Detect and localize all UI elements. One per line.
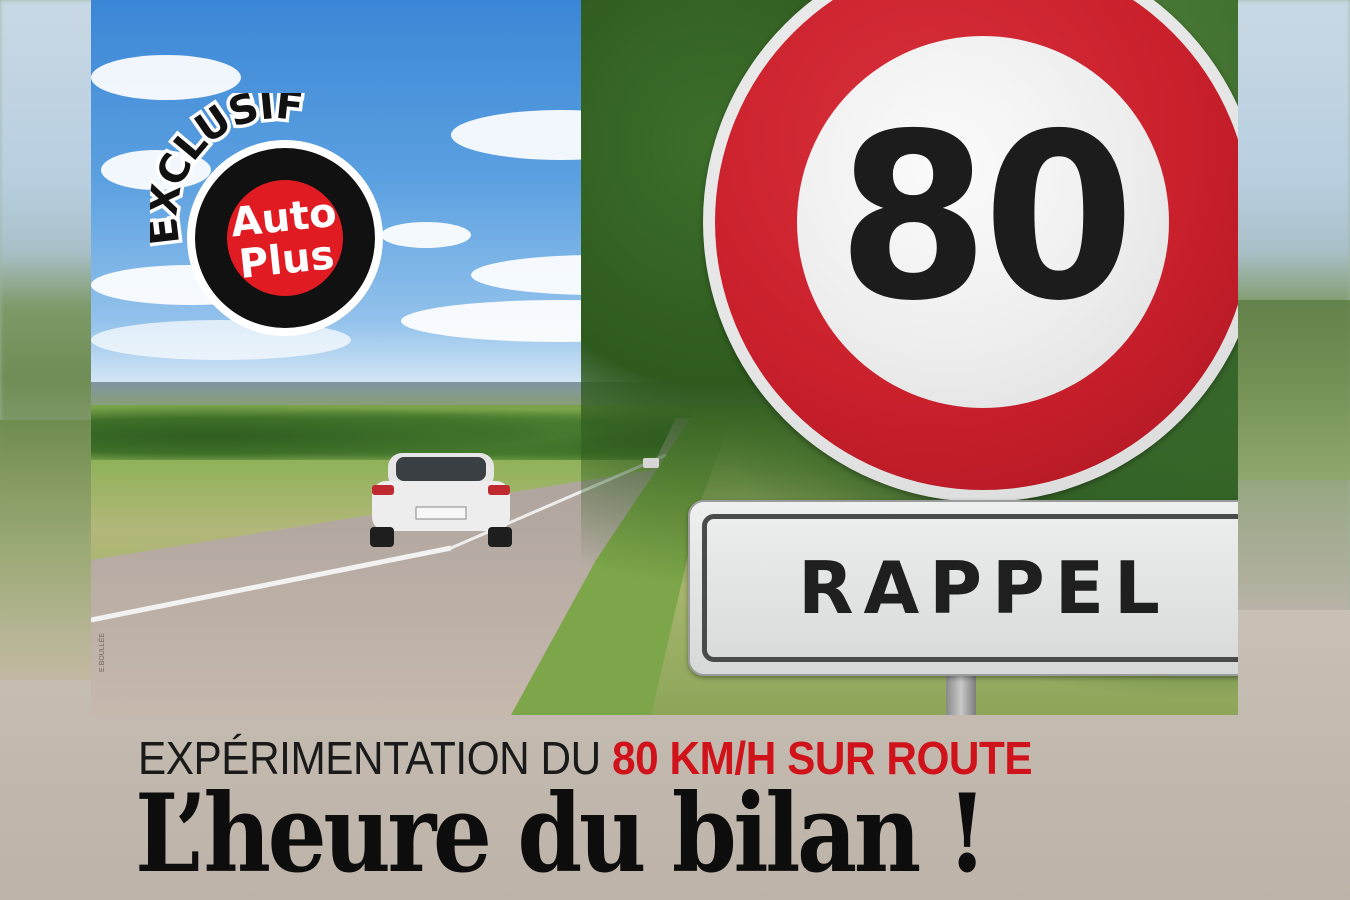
headline-line2: L’heure du bilan ! <box>135 771 988 897</box>
exclusif-autoplus-badge: EXCLUSIF Auto Plus <box>150 93 383 336</box>
rappel-plate-text: RAPPEL <box>798 546 1170 630</box>
car <box>370 453 512 547</box>
rappel-plate-border: RAPPEL <box>702 514 1238 662</box>
blurred-background-field-right <box>1230 300 1350 480</box>
photo-credit: E.BOULLÉE <box>99 633 106 672</box>
speed-sign-face: 80 <box>797 36 1169 408</box>
distant-car <box>643 458 659 468</box>
rappel-plate: RAPPEL <box>688 500 1238 676</box>
speed-limit-number: 80 <box>837 85 1134 352</box>
